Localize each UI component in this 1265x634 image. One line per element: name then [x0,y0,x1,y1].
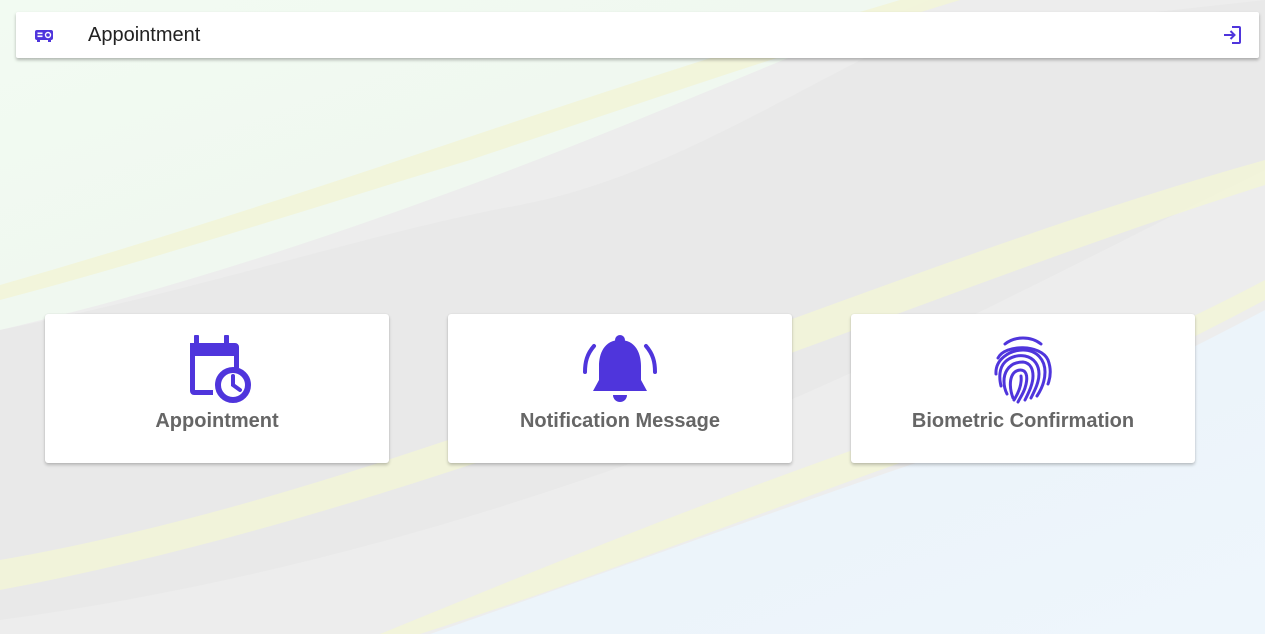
biometric-confirmation-card[interactable]: Biometric Confirmation [851,314,1195,463]
projector-icon [34,27,56,43]
notification-message-card[interactable]: Notification Message [448,314,792,463]
notification-message-card-label: Notification Message [519,410,721,432]
app-page: Appointment Appointment Notification Mes… [0,0,1265,634]
appointment-card[interactable]: Appointment [45,314,389,463]
bell-ringing-icon [582,332,658,408]
logout-icon[interactable] [1221,24,1243,46]
top-app-bar: Appointment [16,12,1259,58]
biometric-confirmation-card-label: Biometric Confirmation [911,410,1135,432]
fingerprint-icon [985,332,1061,408]
page-title: Appointment [88,24,201,46]
appointment-card-label: Appointment [155,410,279,432]
calendar-clock-icon [179,332,255,408]
